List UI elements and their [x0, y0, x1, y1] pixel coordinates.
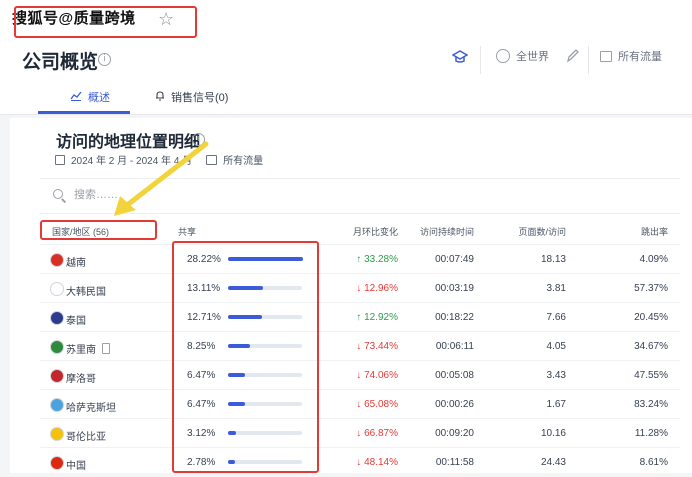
mobile-device-icon	[102, 343, 110, 354]
divider	[480, 46, 481, 74]
search-icon	[53, 189, 63, 199]
country-header-highlight-box	[40, 220, 157, 240]
calendar-icon	[55, 154, 65, 165]
devices-icon	[600, 50, 612, 62]
bounce-rate: 57.37%	[634, 283, 668, 294]
table-row[interactable]: 摩洛哥 6.47% ↓ 74.06% 00:05:08 3.43 47.55%	[40, 360, 680, 390]
table-row[interactable]: 哥伦比亚 3.12% ↓ 66.87% 00:09:20 10.16 11.28%	[40, 418, 680, 448]
visit-duration: 00:07:49	[435, 254, 474, 265]
table-row[interactable]: 越南 28.22% ↑ 33.28% 00:07:49 18.13 4.09%	[40, 244, 680, 274]
pages-per-visit: 4.05	[546, 341, 566, 352]
bounce-rate: 11.28%	[634, 428, 668, 439]
pages-per-visit: 7.66	[546, 312, 566, 323]
country-name[interactable]: 哥伦比亚	[66, 428, 106, 443]
country-name[interactable]: 摩洛哥	[66, 370, 96, 385]
table-row[interactable]: 大韩民国 13.11% ↓ 12.96% 00:03:19 3.81 57.37%	[40, 273, 680, 303]
flag-icon	[50, 253, 64, 267]
flag-icon	[50, 369, 64, 383]
country-name[interactable]: 苏里南	[66, 341, 110, 356]
traffic-label: 所有流量	[223, 156, 264, 167]
tab-sales-signals[interactable]: 销售信号(0)	[155, 89, 228, 105]
country-name[interactable]: 大韩民国	[66, 283, 106, 298]
bounce-rate: 8.61%	[639, 457, 668, 468]
country-name[interactable]: 越南	[66, 254, 86, 269]
table-row[interactable]: 苏里南 8.25% ↓ 73.44% 00:06:11 4.05 34.67%	[40, 331, 680, 361]
table-row[interactable]: 泰国 12.71% ↑ 12.92% 00:18:22 7.66 20.45%	[40, 302, 680, 332]
globe-icon	[496, 49, 510, 63]
academy-icon[interactable]	[451, 50, 469, 69]
country-label: 摩洛哥	[66, 374, 96, 385]
watermark-highlight-box	[14, 6, 197, 38]
country-label: 中国	[66, 461, 86, 472]
region-label: 全世界	[516, 51, 549, 63]
flag-icon	[50, 456, 64, 470]
mom-change: ↓ 74.06%	[356, 370, 398, 381]
flag-icon	[50, 340, 64, 354]
info-icon[interactable]: i	[98, 53, 111, 66]
mom-change: ↓ 66.87%	[356, 428, 398, 439]
tab-sales-signals-label: 销售信号(0)	[171, 92, 229, 104]
pages-per-visit: 18.13	[540, 254, 566, 265]
country-label: 苏里南	[66, 345, 96, 356]
country-label: 哥伦比亚	[66, 432, 106, 443]
pages-per-visit: 24.43	[540, 457, 566, 468]
column-header-duration[interactable]: 访问持续时间	[420, 225, 474, 238]
tab-bar: 概述 销售信号(0)	[0, 80, 692, 115]
region-selector[interactable]: 全世界	[496, 48, 549, 64]
pages-per-visit: 1.67	[546, 399, 566, 410]
mom-change: ↑ 12.92%	[356, 312, 398, 323]
country-name[interactable]: 中国	[66, 457, 86, 472]
visit-duration: 00:06:11	[435, 341, 474, 352]
page-header: 公司概览 i 全世界 所有流量	[0, 40, 692, 80]
flag-icon	[50, 427, 64, 441]
mom-change: ↑ 33.28%	[356, 254, 398, 265]
tab-overview-label: 概述	[88, 92, 110, 104]
pages-per-visit: 3.43	[546, 370, 566, 381]
country-name[interactable]: 哈萨克斯坦	[66, 399, 116, 414]
country-label: 哈萨克斯坦	[66, 403, 116, 414]
trend-icon	[70, 91, 82, 104]
mom-change: ↓ 48.14%	[356, 457, 398, 468]
visit-duration: 00:00:26	[435, 399, 474, 410]
flag-icon	[50, 398, 64, 412]
table-row[interactable]: 哈萨克斯坦 6.47% ↓ 65.08% 00:00:26 1.67 83.24%	[40, 389, 680, 419]
bounce-rate: 47.55%	[634, 370, 668, 381]
mom-change: ↓ 12.96%	[356, 283, 398, 294]
traffic-selector[interactable]: 所有流量	[600, 48, 662, 64]
country-label: 越南	[66, 258, 86, 269]
column-header-bounce[interactable]: 跳出率	[620, 225, 668, 238]
pencil-icon[interactable]	[566, 48, 580, 69]
mom-change: ↓ 73.44%	[356, 341, 398, 352]
bell-icon	[155, 90, 165, 104]
bounce-rate: 20.45%	[634, 312, 668, 323]
visit-duration: 00:09:20	[435, 428, 474, 439]
country-label: 大韩民国	[66, 287, 106, 298]
mom-change: ↓ 65.08%	[356, 399, 398, 410]
visit-duration: 00:18:22	[435, 312, 474, 323]
tab-overview[interactable]: 概述	[70, 89, 110, 105]
bounce-rate: 83.24%	[634, 399, 668, 410]
divider	[588, 46, 589, 74]
column-header-share[interactable]: 共享	[178, 225, 196, 238]
active-tab-indicator	[38, 111, 130, 114]
bounce-rate: 34.67%	[634, 341, 668, 352]
column-header-mom[interactable]: 月环比变化	[350, 225, 398, 238]
traffic-label: 所有流量	[618, 51, 662, 63]
page-title: 公司概览	[22, 52, 99, 73]
pages-per-visit: 10.16	[540, 428, 566, 439]
annotation-arrow-icon	[114, 141, 209, 216]
flag-icon	[50, 282, 64, 296]
bounce-rate: 4.09%	[639, 254, 668, 265]
pages-per-visit: 3.81	[546, 283, 566, 294]
visit-duration: 00:11:58	[435, 457, 474, 468]
share-column-highlight-box	[172, 241, 319, 473]
visit-duration: 00:05:08	[435, 370, 474, 381]
country-label: 泰国	[66, 316, 86, 327]
country-name[interactable]: 泰国	[66, 312, 86, 327]
column-header-pages[interactable]: 页面数/访问	[500, 225, 566, 238]
flag-icon	[50, 311, 64, 325]
visit-duration: 00:03:19	[435, 283, 474, 294]
